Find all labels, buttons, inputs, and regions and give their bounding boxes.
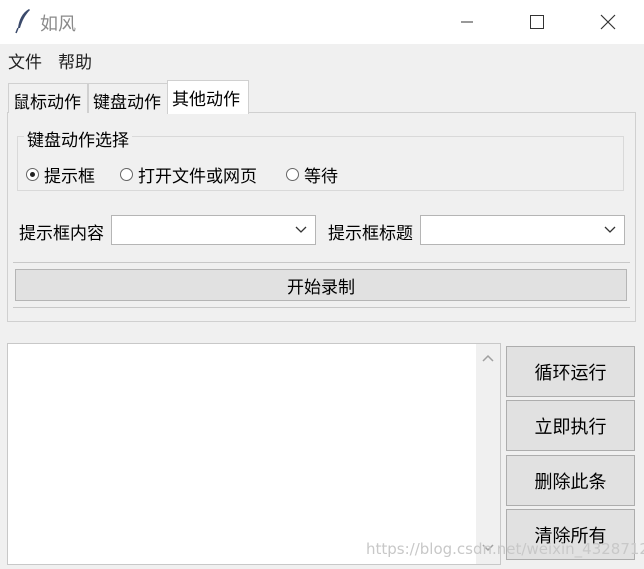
close-button[interactable] — [585, 0, 631, 44]
radio-unselected-icon — [120, 167, 133, 181]
radio-prompt-box[interactable]: 提示框 — [26, 163, 95, 187]
group-title: 键盘动作选择 — [24, 126, 132, 151]
scroll-up-icon[interactable] — [482, 354, 494, 362]
feather-icon — [14, 8, 34, 34]
start-recording-button[interactable]: 开始录制 — [15, 269, 627, 301]
radio-label: 等待 — [304, 166, 338, 187]
run-now-button[interactable]: 立即执行 — [506, 400, 635, 451]
loop-run-button[interactable]: 循环运行 — [506, 346, 635, 397]
maximize-button[interactable] — [514, 0, 560, 44]
delete-item-button[interactable]: 删除此条 — [506, 455, 635, 506]
radio-label: 打开文件或网页 — [138, 166, 257, 187]
radio-open-file-or-web[interactable]: 打开文件或网页 — [120, 163, 257, 187]
radio-selected-icon — [26, 167, 39, 181]
maximize-icon — [530, 15, 544, 29]
close-icon — [600, 14, 616, 30]
radio-label: 提示框 — [44, 166, 95, 187]
prompt-content-label: 提示框内容 — [19, 224, 104, 244]
tab-mouse-actions[interactable]: 鼠标动作 — [8, 83, 88, 113]
watermark: https://blog.csdn.net/weixin_43287121 — [366, 540, 644, 558]
action-list-textarea[interactable] — [7, 343, 501, 565]
menu-bar — [0, 44, 644, 74]
radio-unselected-icon — [286, 167, 299, 181]
chevron-down-icon — [604, 226, 616, 233]
prompt-title-combobox[interactable] — [420, 215, 625, 245]
menu-file[interactable]: 文件 — [8, 48, 42, 73]
minimize-button[interactable] — [444, 0, 490, 44]
prompt-content-combobox[interactable] — [111, 215, 316, 245]
prompt-title-label: 提示框标题 — [328, 224, 413, 244]
vertical-scrollbar[interactable] — [476, 344, 500, 564]
radio-wait[interactable]: 等待 — [286, 163, 338, 187]
minimize-icon — [461, 21, 473, 23]
separator — [13, 262, 630, 263]
tab-other-actions[interactable]: 其他动作 — [167, 80, 249, 114]
menu-help[interactable]: 帮助 — [58, 48, 92, 73]
separator — [13, 307, 630, 308]
chevron-down-icon — [295, 226, 307, 233]
tab-keyboard-actions[interactable]: 键盘动作 — [88, 83, 168, 113]
window-title: 如风 — [40, 14, 76, 35]
